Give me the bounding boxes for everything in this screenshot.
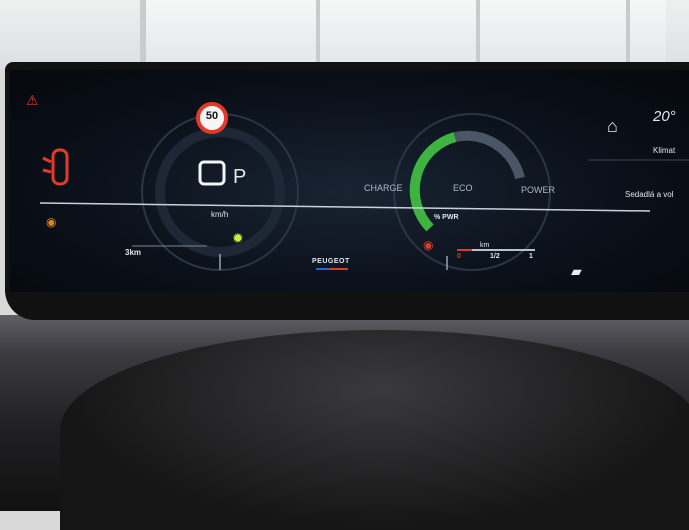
battery-scale-half: 1/2	[490, 253, 500, 260]
speed-limit-value: 50	[205, 110, 219, 122]
door-open-icon	[39, 148, 73, 186]
power-unit: % PWR	[434, 214, 459, 221]
gear-indicator: P	[233, 166, 247, 188]
battery-unit: km	[480, 242, 490, 249]
battery-scale-full: 1	[529, 253, 533, 260]
window-bar	[476, 0, 480, 62]
window-bar	[626, 0, 630, 62]
trip-distance: 3km	[125, 248, 142, 257]
parking-brake-icon: ◉	[46, 215, 57, 229]
mode-eco: ECO	[453, 183, 473, 193]
eco-light-icon: ✹	[232, 230, 244, 246]
speed-unit: km/h	[211, 210, 229, 219]
home-icon: ⌂	[607, 116, 618, 136]
rear-window	[140, 0, 666, 62]
instrument-cluster-screen: ⚠ ◉ ✹ ◉ ⌂ ▰ 50 0 P km/h 3km CHARGE ECO P…	[10, 70, 689, 292]
window-bar	[316, 0, 320, 62]
car-front-icon: ▰	[571, 263, 582, 279]
battery-icon: ◉	[423, 238, 434, 252]
horizon-line	[39, 202, 651, 212]
steering-wheel	[60, 330, 689, 530]
battery-scale-empty: 0	[457, 253, 461, 260]
speed-gauge-ring	[141, 113, 299, 271]
panel-climate[interactable]: Klimat	[653, 146, 675, 155]
panel-seats[interactable]: Sedadlá a vol	[625, 190, 673, 199]
speed-value: 0	[202, 160, 222, 181]
power-gauge-grey-arc	[453, 130, 525, 180]
speed-gauge-inner	[155, 127, 285, 257]
outside-temperature: 20°	[653, 108, 676, 125]
car-warning-icon: ⚠	[26, 92, 39, 108]
mode-charge: CHARGE	[364, 183, 403, 193]
mode-power: POWER	[521, 185, 556, 195]
brand-logo-text: PEUGEOT	[312, 258, 350, 265]
